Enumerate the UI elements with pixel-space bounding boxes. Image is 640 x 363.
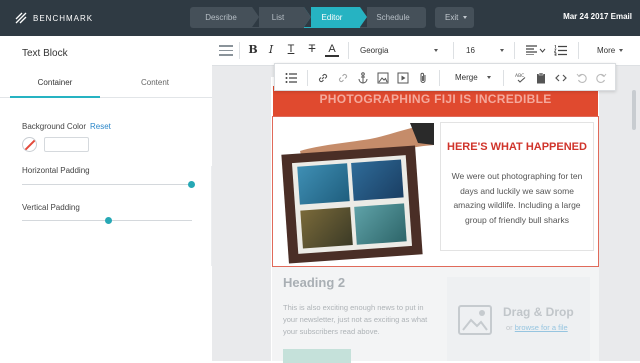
browse-file-link[interactable]: browse for a file [515, 323, 568, 332]
anchor-icon[interactable] [357, 72, 369, 84]
insert-toolbar: Merge ABC [274, 63, 616, 91]
email-title: Mar 24 2017 Email [563, 12, 632, 21]
photo-2 [351, 159, 404, 201]
lower-body-text: This is also exciting enough news to put… [283, 303, 428, 336]
menu-icon[interactable] [219, 45, 233, 57]
horizontal-padding-thumb[interactable] [188, 181, 195, 188]
background-color-label: Background Color [22, 122, 87, 131]
section-body: We were out photographing for ten days a… [451, 171, 583, 225]
chevron-down-icon [487, 76, 491, 79]
more-button[interactable]: More [597, 46, 633, 55]
redo-icon[interactable] [595, 72, 607, 84]
underline-button[interactable]: T [284, 43, 298, 55]
spellcheck-icon[interactable]: ABC [515, 72, 527, 84]
workflow-steps: Describe List Editor Schedule [190, 7, 426, 28]
benchmark-logo-icon [15, 12, 27, 24]
font-color-button[interactable]: A [325, 43, 339, 57]
block-settings-panel: Text Block Container Content Background … [0, 36, 212, 361]
image-icon[interactable] [377, 72, 389, 84]
exit-button[interactable]: Exit [435, 7, 474, 28]
chevron-down-icon [500, 49, 504, 52]
numbered-list-icon[interactable] [554, 45, 567, 56]
tab-content[interactable]: Content [110, 78, 200, 98]
banner-title: PHOTOGRAPHING FIJI IS INCREDIBLE [319, 92, 552, 106]
unlink-icon[interactable] [337, 72, 349, 84]
clipboard-icon[interactable] [535, 72, 547, 84]
step-list[interactable]: List [252, 7, 311, 28]
video-icon[interactable] [397, 72, 409, 84]
horizontal-padding-label: Horizontal Padding [22, 166, 90, 175]
heading-2: Heading 2 [283, 275, 346, 290]
drag-drop-subtitle: or browse for a file [506, 323, 568, 332]
font-family-select[interactable]: Georgia [360, 46, 438, 55]
panel-title: Text Block [22, 48, 68, 59]
font-size-select[interactable]: 16 [466, 46, 504, 55]
panel-tabs: Container Content [0, 78, 212, 98]
image-upload-icon [458, 305, 492, 335]
drag-drop-title: Drag & Drop [503, 305, 574, 319]
chevron-down-icon [434, 49, 438, 52]
italic-button[interactable]: I [264, 43, 278, 56]
reset-link[interactable]: Reset [90, 122, 111, 131]
vertical-padding-label: Vertical Padding [22, 203, 80, 212]
strikethrough-button[interactable]: T [305, 43, 319, 55]
attachment-icon[interactable] [417, 72, 429, 84]
photo-4 [354, 203, 407, 245]
undo-icon[interactable] [576, 72, 588, 84]
bold-button[interactable]: B [246, 43, 260, 56]
chevron-down-icon [463, 16, 467, 19]
step-schedule[interactable]: Schedule [360, 7, 426, 28]
framed-photos-image[interactable] [281, 145, 423, 264]
brand-name: BENCHMARK [33, 13, 94, 23]
editor-scrollbar[interactable] [632, 90, 636, 130]
code-icon[interactable] [555, 72, 567, 84]
step-describe[interactable]: Describe [190, 7, 259, 28]
align-icon[interactable] [526, 45, 546, 55]
step-editor[interactable]: Editor [304, 7, 367, 28]
bullet-list-icon[interactable] [285, 72, 297, 84]
photo-3 [300, 207, 353, 249]
horizontal-padding-slider[interactable] [22, 184, 192, 185]
svg-text:ABC: ABC [515, 73, 524, 79]
merge-tags-select[interactable]: Merge [455, 73, 491, 82]
section-title: HERE'S WHAT HAPPENED [447, 141, 587, 153]
top-bar: BENCHMARK Describe List Editor Schedule … [0, 0, 640, 36]
photo-1 [297, 163, 350, 205]
tab-container[interactable]: Container [10, 78, 100, 98]
vertical-padding-thumb[interactable] [105, 217, 112, 224]
link-icon[interactable] [317, 72, 329, 84]
no-color-swatch[interactable] [22, 137, 37, 152]
chevron-down-icon [619, 49, 623, 52]
color-input[interactable] [44, 137, 89, 152]
benchmark-logo[interactable]: BENCHMARK [14, 11, 93, 25]
